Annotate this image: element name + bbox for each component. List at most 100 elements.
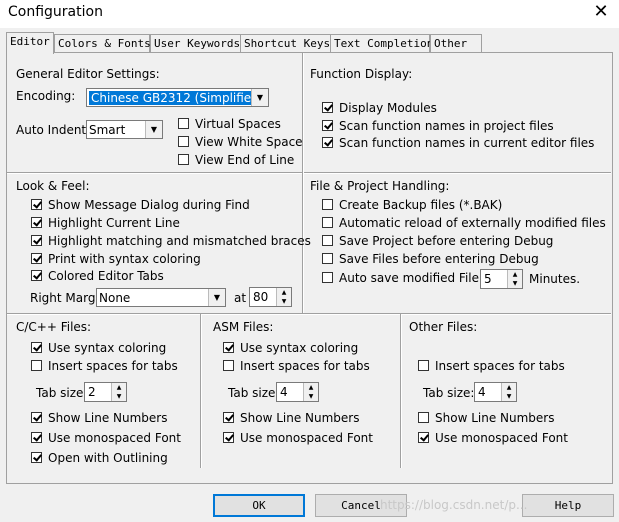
look-feel-checkbox[interactable]	[31, 253, 42, 264]
look-feel-item: Highlight matching and mismatched braces	[48, 234, 311, 248]
file-project-item: Automatic reload of externally modified …	[339, 216, 606, 230]
auto-save-stepper[interactable]: 5 ▲ ▼	[480, 269, 523, 289]
asm-monospaced-checkbox[interactable]	[223, 432, 234, 443]
scan-project-label: Scan function names in project files	[339, 119, 554, 133]
cpp-line-numbers-checkbox[interactable]	[31, 412, 42, 423]
scan-current-label: Scan function names in current editor fi…	[339, 136, 595, 150]
tab-editor[interactable]: Editor	[6, 32, 54, 54]
cpp-insert-spaces-checkbox[interactable]	[31, 360, 42, 371]
general-settings-heading: General Editor Settings:	[16, 67, 160, 81]
file-project-checkbox[interactable]	[322, 217, 333, 228]
chevron-down-icon[interactable]: ▼	[145, 121, 162, 138]
ok-button[interactable]: OK	[213, 494, 305, 517]
right-margin-stepper[interactable]: 80 ▲ ▼	[249, 287, 292, 307]
look-feel-checkbox[interactable]	[31, 235, 42, 246]
asm-tab-size-label: Tab size:	[228, 386, 280, 400]
close-icon[interactable]: ✕	[591, 2, 611, 22]
asm-line-numbers-checkbox[interactable]	[223, 412, 234, 423]
chevron-down-icon[interactable]: ▼	[251, 89, 268, 106]
auto-save-checkbox[interactable]	[322, 272, 333, 283]
asm-monospaced-label: Use monospaced Font	[240, 431, 373, 445]
scan-current-checkbox[interactable]	[322, 137, 333, 148]
encoding-value: Chinese GB2312 (Simplified)	[89, 91, 266, 105]
cpp-outlining-label: Open with Outlining	[48, 451, 168, 465]
divider	[7, 172, 611, 174]
view-white-space-label: View White Space	[195, 135, 303, 149]
other-monospaced-label: Use monospaced Font	[435, 431, 568, 445]
right-margin-at-value: 80	[253, 290, 269, 304]
other-tab-size-stepper[interactable]: 4 ▲ ▼	[474, 382, 517, 402]
right-margin-value: None	[99, 291, 131, 305]
chevron-down-icon[interactable]: ▼	[208, 289, 225, 306]
file-project-item: Create Backup files (*.BAK)	[339, 198, 503, 212]
scan-project-checkbox[interactable]	[322, 120, 333, 131]
tab-text-completion[interactable]: Text Completion	[330, 34, 433, 53]
look-feel-item: Colored Editor Tabs	[48, 269, 164, 283]
look-feel-item: Highlight Current Line	[48, 216, 180, 230]
asm-insert-spaces-checkbox[interactable]	[223, 360, 234, 371]
look-feel-item: Print with syntax coloring	[48, 252, 201, 266]
look-feel-checkbox[interactable]	[31, 199, 42, 210]
divider	[302, 53, 304, 313]
other-insert-spaces-checkbox[interactable]	[418, 360, 429, 371]
cpp-monospaced-checkbox[interactable]	[31, 432, 42, 443]
file-project-checkbox[interactable]	[322, 253, 333, 264]
function-display-heading: Function Display:	[310, 67, 413, 81]
arrow-down-icon[interactable]: ▼	[303, 392, 318, 401]
cpp-outlining-checkbox[interactable]	[31, 452, 42, 463]
tab-other[interactable]: Other	[430, 34, 482, 53]
arrow-down-icon[interactable]: ▼	[111, 392, 126, 401]
asm-insert-spaces-label: Insert spaces for tabs	[240, 359, 370, 373]
look-feel-heading: Look & Feel:	[16, 179, 90, 193]
view-end-of-line-label: View End of Line	[195, 153, 295, 167]
cpp-tab-size-label: Tab size:	[36, 386, 88, 400]
encoding-select[interactable]: Chinese GB2312 (Simplified) ▼	[86, 88, 269, 107]
title-bar: Configuration ✕	[0, 0, 619, 28]
asm-tab-size-stepper[interactable]: 4 ▲ ▼	[276, 382, 319, 402]
watermark: https://blog.csdn.net/p...	[380, 498, 528, 512]
other-monospaced-checkbox[interactable]	[418, 432, 429, 443]
view-end-of-line-checkbox[interactable]	[178, 154, 189, 165]
virtual-spaces-label: Virtual Spaces	[195, 117, 281, 131]
other-line-numbers-checkbox[interactable]	[418, 412, 429, 423]
display-modules-label: Display Modules	[339, 101, 437, 115]
cpp-files-heading: C/C++ Files:	[16, 320, 92, 334]
look-feel-checkbox[interactable]	[31, 217, 42, 228]
cpp-line-numbers-label: Show Line Numbers	[48, 411, 168, 425]
auto-save-value: 5	[484, 272, 492, 286]
cpp-syntax-checkbox[interactable]	[31, 342, 42, 353]
file-project-item: Save Project before entering Debug	[339, 234, 554, 248]
tab-user-keywords[interactable]: User Keywords	[150, 34, 242, 53]
divider	[400, 314, 402, 468]
window-title: Configuration	[8, 4, 103, 20]
file-project-item: Save Files before entering Debug	[339, 252, 539, 266]
file-project-heading: File & Project Handling:	[310, 179, 450, 193]
other-files-heading: Other Files:	[409, 320, 478, 334]
right-margin-select[interactable]: None ▼	[96, 288, 226, 307]
look-feel-checkbox[interactable]	[31, 270, 42, 281]
cpp-tab-size-value: 2	[88, 385, 96, 399]
asm-line-numbers-label: Show Line Numbers	[240, 411, 360, 425]
encoding-label: Encoding:	[16, 89, 76, 103]
arrow-down-icon[interactable]: ▼	[501, 392, 516, 401]
other-insert-spaces-label: Insert spaces for tabs	[435, 359, 565, 373]
divider	[7, 313, 611, 315]
cpp-syntax-label: Use syntax coloring	[48, 341, 167, 355]
arrow-down-icon[interactable]: ▼	[276, 297, 291, 306]
tab-colors-fonts[interactable]: Colors & Fonts	[54, 34, 151, 53]
help-button[interactable]: Help	[522, 494, 614, 517]
file-project-checkbox[interactable]	[322, 199, 333, 210]
minutes-label: Minutes.	[529, 272, 581, 286]
asm-syntax-checkbox[interactable]	[223, 342, 234, 353]
arrow-down-icon[interactable]: ▼	[507, 279, 522, 288]
cpp-tab-size-stepper[interactable]: 2 ▲ ▼	[84, 382, 127, 402]
auto-indent-select[interactable]: Smart ▼	[86, 120, 163, 139]
other-tab-size-value: 4	[478, 385, 486, 399]
tab-shortcut-keys[interactable]: Shortcut Keys	[240, 34, 332, 53]
file-project-checkbox[interactable]	[322, 235, 333, 246]
cpp-monospaced-label: Use monospaced Font	[48, 431, 181, 445]
asm-tab-size-value: 4	[280, 385, 288, 399]
virtual-spaces-checkbox[interactable]	[178, 118, 189, 129]
display-modules-checkbox[interactable]	[322, 102, 333, 113]
view-white-space-checkbox[interactable]	[178, 136, 189, 147]
